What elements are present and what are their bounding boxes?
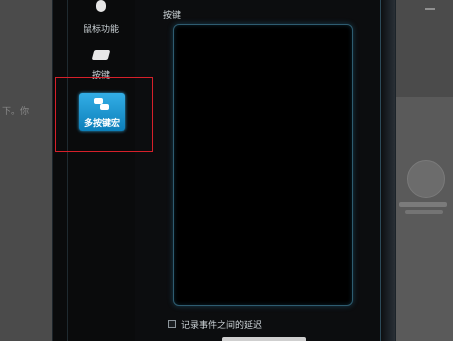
sidebar-item-keys[interactable]: 按键 [77, 46, 125, 82]
background-caption-2 [405, 210, 443, 214]
scrollbar-thumb[interactable] [222, 337, 306, 341]
window-frame-right [380, 0, 395, 341]
keystroke-list[interactable] [173, 24, 353, 306]
sidebar-item-label: 鼠标功能 [82, 25, 119, 35]
record-delay-option[interactable]: 记录事件之间的延迟 [168, 318, 263, 331]
record-delay-label: 记录事件之间的延迟 [181, 320, 263, 331]
background-left-panel: 下。你 [0, 0, 52, 341]
background-right-lower [388, 97, 453, 341]
minimize-icon[interactable] [425, 8, 435, 10]
screenshot-root: 下。你 鼠标功能 按键 多按键宏 按键 记录事件之间的延迟 [0, 0, 453, 341]
sidebar-item-mouse-functions[interactable]: 鼠标功能 [77, 0, 125, 36]
sidebar-item-label: 多按键宏 [83, 119, 120, 129]
app-window: 鼠标功能 按键 多按键宏 按键 记录事件之间的延迟 [52, 0, 396, 341]
sidebar-item-multi-key-macro[interactable]: 多按键宏 [79, 93, 125, 131]
sidebar: 鼠标功能 按键 多按键宏 [53, 0, 135, 341]
background-text: 下。你 [2, 107, 30, 117]
key-icon [91, 50, 111, 60]
sidebar-divider [67, 0, 68, 341]
multi-key-icon [94, 98, 110, 112]
record-delay-checkbox[interactable] [168, 320, 176, 328]
section-title: 按键 [163, 11, 182, 21]
background-logo-icon [407, 160, 445, 198]
mouse-icon [96, 0, 106, 12]
main-content: 按键 记录事件之间的延迟 [151, 0, 383, 341]
background-caption [399, 202, 447, 207]
sidebar-item-label: 按键 [91, 71, 110, 81]
